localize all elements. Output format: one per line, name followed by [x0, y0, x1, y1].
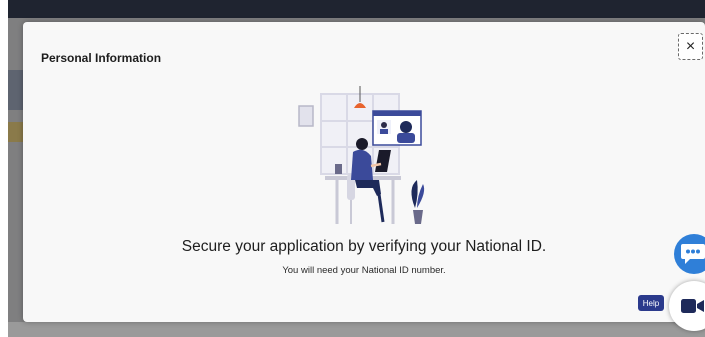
background-topbar [8, 0, 705, 18]
background-sidebar-item [8, 70, 24, 110]
personal-information-modal: Personal Information × Secure your appli… [23, 22, 705, 322]
help-badge[interactable]: Help [638, 295, 664, 311]
close-button[interactable]: × [678, 33, 703, 60]
chat-bubble-icon [681, 244, 705, 264]
verification-headline: Secure your application by verifying you… [181, 238, 547, 255]
verification-illustration [298, 86, 425, 224]
verification-subline: You will need your National ID number. [282, 265, 446, 276]
background-footer [8, 322, 705, 337]
modal-title: Personal Information [41, 51, 162, 65]
video-camera-icon [681, 299, 704, 313]
background-sidebar-item [8, 122, 24, 142]
